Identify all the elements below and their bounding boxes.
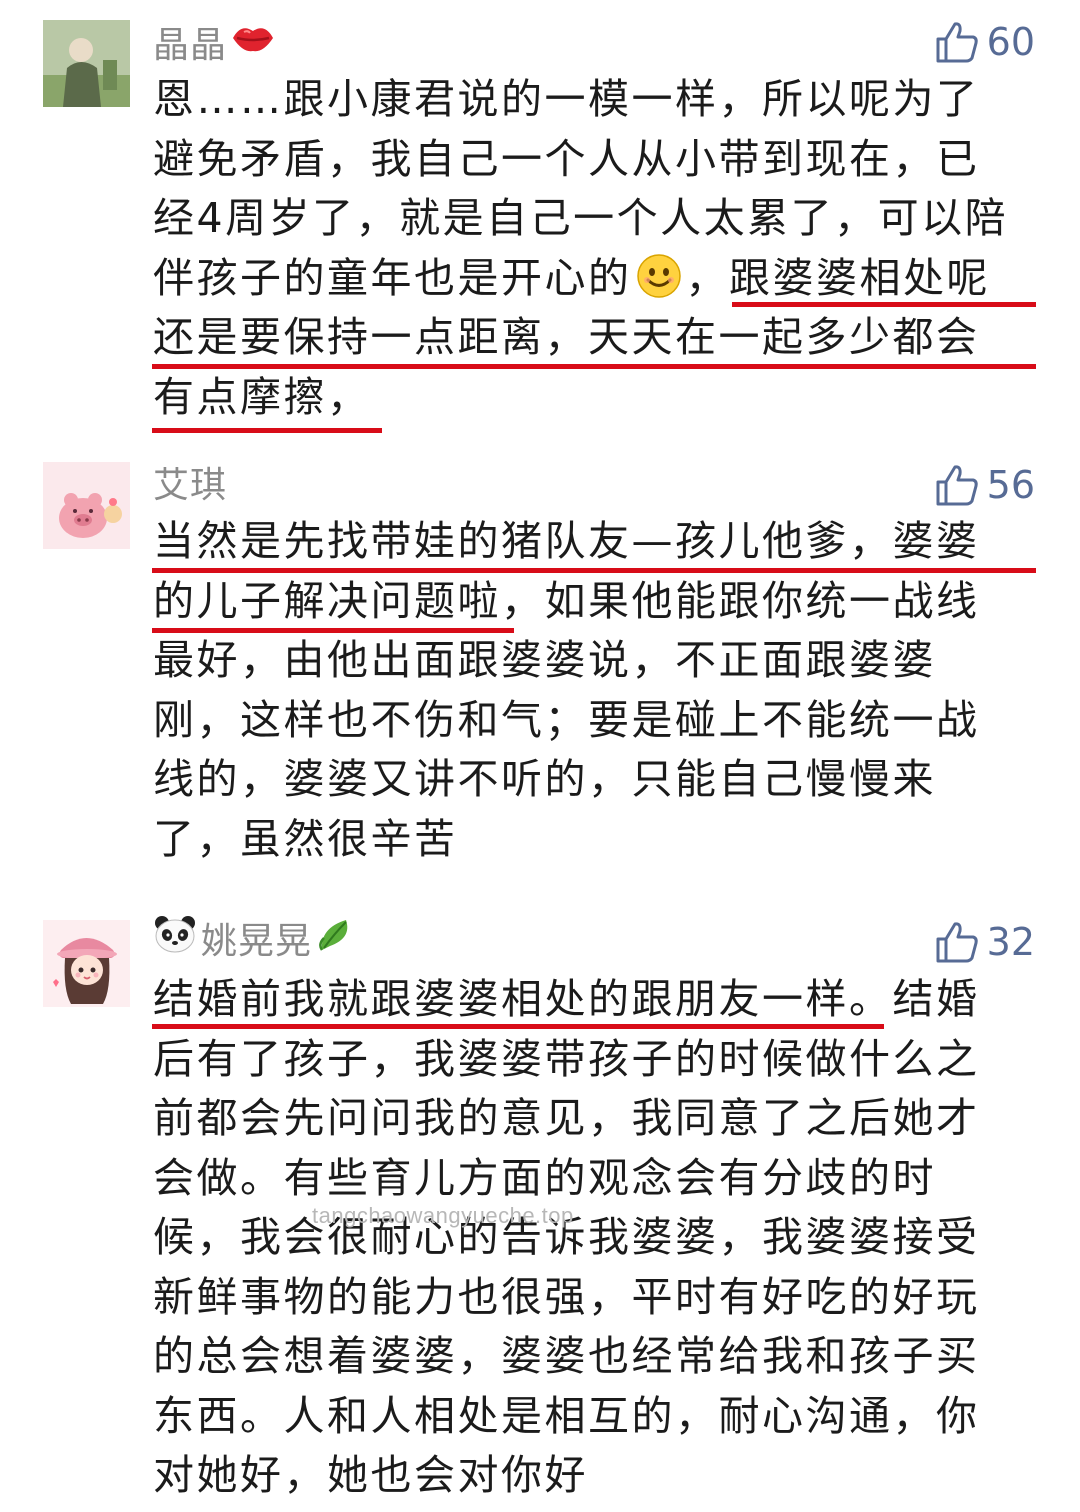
text-line: 经4周岁了，就是自己一个人太累了，可以陪 <box>153 194 1009 242</box>
text-line: 前都会先问问我的意见，我同意了之后她才 <box>153 1094 980 1142</box>
text-line: 候，我会很耐心的告诉我婆婆，我婆婆接受 <box>153 1213 980 1261</box>
comment-author[interactable]: 晶晶 <box>153 17 279 67</box>
comment-author[interactable]: 姚晃晃 <box>153 913 360 963</box>
comment-text: 当然是先找带娃的猪队友—孩儿他爹，婆婆 的儿子解决问题啦，如果他能跟你统一战线 … <box>153 512 1033 869</box>
text-line: 当然是先找带娃的猪队友—孩儿他爹，婆婆 <box>153 517 980 565</box>
panda-icon <box>153 914 197 963</box>
comment-text: 结婚前我就跟婆婆相处的跟朋友一样。结婚 后有了孩子，我婆婆带孩子的时候做什么之 … <box>153 970 1033 1506</box>
text-line: 新鲜事物的能力也很强，平时有好吃的好玩 <box>153 1272 980 1321</box>
text-line: 刚，这样也不伤和气；要是碰上不能统一战 <box>153 695 980 744</box>
avatar-yaohuanghuang[interactable] <box>43 920 130 1007</box>
text-line: 对她好，她也会对你好 <box>153 1451 588 1499</box>
avatar-jingjing[interactable] <box>43 20 130 107</box>
comment-author[interactable]: 艾琪 <box>153 457 227 507</box>
text-segment: ，跟婆婆相处呢 <box>685 253 990 302</box>
watermark: tangchaowangyueche.top <box>312 1203 574 1228</box>
text-segment: 伴孩子的童年也是开心的 <box>153 253 632 302</box>
thumbs-up-icon <box>936 922 978 963</box>
leaf-icon <box>316 914 356 963</box>
text-line: 避免矛盾，我自己一个人从小带到现在，已 <box>153 134 980 183</box>
text-line: 会做。有些育儿方面的观念会有分歧的时 <box>153 1153 936 1202</box>
like-count: 32 <box>986 920 1035 964</box>
text-line: 的总会想着婆婆，婆婆也经常给我和孩子买 <box>153 1332 980 1380</box>
author-name: 晶晶 <box>153 25 228 66</box>
thumbs-up-icon <box>936 22 978 63</box>
comment-text: 恩……跟小康君说的一模一样，所以呢为了 避免矛盾，我自己一个人从小带到现在，已 … <box>153 70 1033 427</box>
text-line: 东西。人和人相处是相互的，耐心沟通，你 <box>153 1391 980 1440</box>
text-line: 结婚前我就跟婆婆相处的跟朋友一样。结婚 <box>153 975 980 1023</box>
text-line: 还是要保持一点距离，天天在一起多少都会 <box>153 313 980 361</box>
author-name: 艾琪 <box>153 465 228 506</box>
text-line: 伴孩子的童年也是开心的 ，跟婆婆相处呢 <box>153 249 1033 309</box>
text-line: 有点摩擦， <box>153 372 371 421</box>
like-button[interactable]: 60 <box>935 17 1035 67</box>
author-name: 姚晃晃 <box>201 921 313 962</box>
text-line: 后有了孩子，我婆婆带孩子的时候做什么之 <box>153 1034 980 1083</box>
red-underline <box>152 364 1036 369</box>
red-underline <box>152 568 1036 573</box>
red-underline <box>152 1024 884 1029</box>
text-line: 线的，婆婆又讲不听的，只能自己慢慢来 <box>153 755 936 803</box>
like-button[interactable]: 56 <box>935 460 1035 510</box>
red-underline <box>152 428 382 433</box>
text-line: 恩……跟小康君说的一模一样，所以呢为了 <box>153 75 980 123</box>
text-line: 了，虽然很辛苦 <box>153 814 458 863</box>
text-line: 的儿子解决问题啦，如果他能跟你统一战线 <box>153 576 980 625</box>
like-count: 60 <box>986 20 1035 64</box>
lips-icon <box>231 21 275 64</box>
red-underline <box>152 628 514 633</box>
text-line: 最好，由他出面跟婆婆说，不正面跟婆婆 <box>153 636 936 684</box>
smile-emoji-icon <box>636 253 682 299</box>
like-count: 56 <box>986 463 1035 507</box>
red-underline <box>732 302 1036 307</box>
thumbs-up-icon <box>936 465 978 506</box>
avatar-aiqi[interactable] <box>43 462 130 549</box>
like-button[interactable]: 32 <box>935 917 1035 967</box>
